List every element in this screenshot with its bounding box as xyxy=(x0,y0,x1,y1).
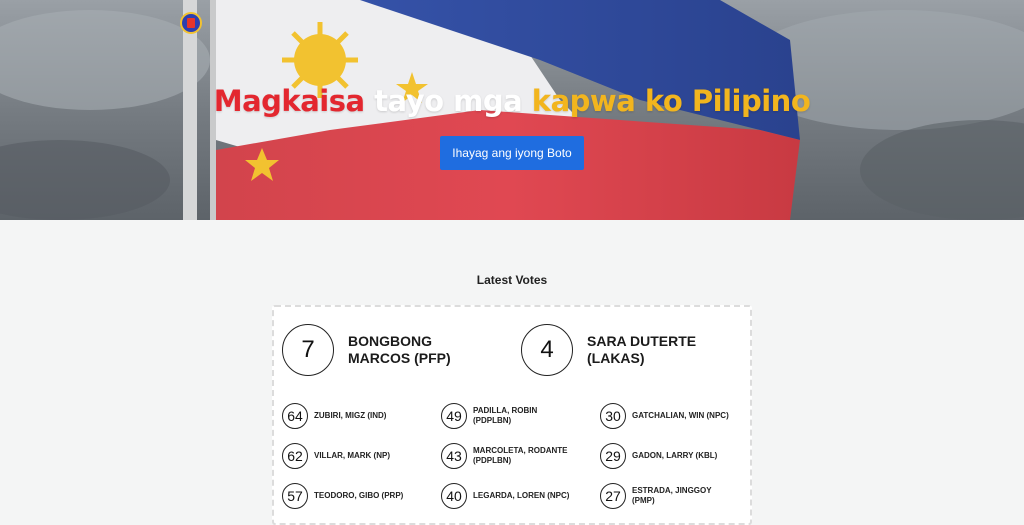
latest-votes-card: 7 BONGBONG MARCOS (PFP) 4 SARA DUTERTE (… xyxy=(272,305,752,525)
headline-word-kapwa: kapwa ko Pilipino xyxy=(531,84,811,118)
senator-vote: 57 TEODORO, GIBO (PRP) xyxy=(282,483,414,509)
senator-number-circle: 62 xyxy=(282,443,308,469)
senator-number-circle: 64 xyxy=(282,403,308,429)
senator-number-circle: 27 xyxy=(600,483,626,509)
vote-cta-button[interactable]: Ihayag ang iyong Boto xyxy=(440,136,584,170)
senator-vote: 27 ESTRADA, JINGGOY (PMP) xyxy=(600,483,732,509)
senator-name: MARCOLETA, RODANTE (PDPLBN) xyxy=(473,446,568,465)
senator-name: LEGARDA, LOREN (NPC) xyxy=(473,491,570,500)
senator-vote: 29 GADON, LARRY (KBL) xyxy=(600,443,732,469)
senator-vote: 30 GATCHALIAN, WIN (NPC) xyxy=(600,403,732,429)
senator-number-circle: 30 xyxy=(600,403,626,429)
senator-name: TEODORO, GIBO (PRP) xyxy=(314,491,404,500)
vice-president-vote: 4 SARA DUTERTE (LAKAS) xyxy=(521,324,717,376)
senator-name: VILLAR, MARK (NP) xyxy=(314,451,390,460)
headline-word-tayo-mga: tayo mga xyxy=(374,84,523,118)
senator-number-circle: 43 xyxy=(441,443,467,469)
senator-number-circle: 57 xyxy=(282,483,308,509)
site-logo[interactable] xyxy=(180,12,202,34)
candidate-name: BONGBONG MARCOS (PFP) xyxy=(348,333,451,366)
senator-number-circle: 40 xyxy=(441,483,467,509)
senator-vote: 49 PADILLA, ROBIN (PDPLBN) xyxy=(441,403,573,429)
latest-votes-title: Latest Votes xyxy=(476,273,548,287)
president-vote: 7 BONGBONG MARCOS (PFP) xyxy=(282,324,478,376)
senator-name: GATCHALIAN, WIN (NPC) xyxy=(632,411,729,420)
headline-word-magkaisa: Magkaisa xyxy=(213,84,365,118)
senator-vote: 62 VILLAR, MARK (NP) xyxy=(282,443,414,469)
candidate-number-circle: 7 xyxy=(282,324,334,376)
candidate-name: SARA DUTERTE (LAKAS) xyxy=(587,333,697,366)
senator-name: ZUBIRI, MIGZ (IND) xyxy=(314,411,387,420)
hero-banner: Magkaisa tayo mga kapwa ko Pilipino Ihay… xyxy=(0,0,1024,220)
senator-vote: 64 ZUBIRI, MIGZ (IND) xyxy=(282,403,414,429)
senator-name: GADON, LARRY (KBL) xyxy=(632,451,718,460)
senator-name: PADILLA, ROBIN (PDPLBN) xyxy=(473,406,538,425)
senator-number-circle: 29 xyxy=(600,443,626,469)
logo-icon xyxy=(187,18,195,28)
candidate-number-circle: 4 xyxy=(521,324,573,376)
senator-number-circle: 49 xyxy=(441,403,467,429)
senator-vote: 40 LEGARDA, LOREN (NPC) xyxy=(441,483,573,509)
hero-headline: Magkaisa tayo mga kapwa ko Pilipino xyxy=(0,84,1024,118)
senator-name: ESTRADA, JINGGOY (PMP) xyxy=(632,486,712,505)
senator-vote: 43 MARCOLETA, RODANTE (PDPLBN) xyxy=(441,443,573,469)
